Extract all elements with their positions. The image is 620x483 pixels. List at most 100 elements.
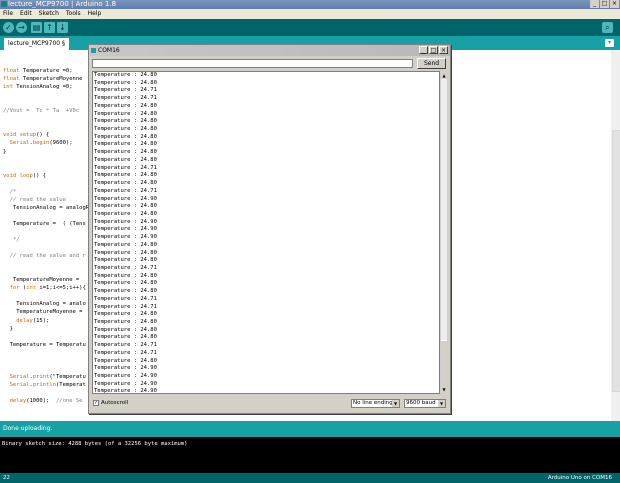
serial-line: Temperature : 24.80 <box>94 110 157 117</box>
window-title: lecture_MCP9700 | Arduino 1.8 <box>8 0 117 8</box>
autoscroll-checkbox[interactable]: ✓ Autoscroll <box>93 400 128 406</box>
serial-line: Temperature : 24.80 <box>94 102 157 109</box>
serial-monitor-icon[interactable]: ⌕ <box>602 22 613 33</box>
new-sketch-icon[interactable]: ▤ <box>31 22 42 33</box>
maximize-button[interactable]: □ <box>600 0 609 8</box>
serial-line: Temperature : 24.90 <box>94 234 157 241</box>
serial-line: Temperature : 24.71 <box>94 164 157 171</box>
send-button[interactable]: Send <box>417 58 446 69</box>
verify-icon[interactable]: ✓ <box>3 22 14 33</box>
status-bar: Done uploading. <box>0 421 620 437</box>
code-line: void loop() { <box>3 172 47 179</box>
serial-line: Temperature : 24.80 <box>94 203 157 210</box>
serial-line: Temperature : 24.71 <box>94 349 157 356</box>
serial-line: Temperature : 24.71 <box>94 187 157 194</box>
serial-line: Temperature : 24.71 <box>94 87 157 94</box>
serial-line: Temperature : 24.80 <box>94 311 157 318</box>
menu-file[interactable]: File <box>3 10 13 17</box>
serial-send-input[interactable] <box>92 59 413 68</box>
editor-scrollbar-thumb[interactable] <box>612 130 620 392</box>
code-line: } <box>3 148 7 155</box>
menu-bar: File Edit Sketch Tools Help <box>0 9 620 19</box>
serial-close-button[interactable]: × <box>439 46 448 54</box>
code-line: Serial.begin(9600); <box>9 140 73 147</box>
board-port: Arduino Uno on COM16 <box>547 475 612 481</box>
serial-maximize-button[interactable]: □ <box>429 46 438 54</box>
code-line: float Temperature =0; <box>3 68 73 75</box>
line-ending-select[interactable]: No line ending ▼ <box>351 399 400 408</box>
serial-line: Temperature : 24.90 <box>94 373 157 380</box>
serial-line: Temperature : 24.80 <box>94 334 157 341</box>
serial-line: Temperature : 24.71 <box>94 264 157 271</box>
serial-line: Temperature : 24.80 <box>94 280 157 287</box>
baud-rate-value: 9600 baud <box>406 400 436 406</box>
serial-line: Temperature : 24.80 <box>94 126 157 133</box>
serial-monitor-window: COM16 _ □ × Send Temperature : 24.80 Temp… <box>88 44 451 414</box>
footer-bar: 22 Arduino Uno on COM16 <box>0 473 620 483</box>
open-sketch-icon[interactable]: ↑ <box>44 22 55 33</box>
checkbox-check-icon[interactable]: ✓ <box>93 400 99 406</box>
serial-monitor-icon-small <box>91 48 96 53</box>
editor-scrollbar[interactable] <box>611 50 620 421</box>
baud-rate-select[interactable]: 9600 baud ▼ <box>404 399 446 408</box>
menu-sketch[interactable]: Sketch <box>39 10 59 17</box>
serial-line: Temperature : 24.90 <box>94 218 157 225</box>
console-output: Binary sketch size: 4288 bytes (of a 322… <box>0 437 620 473</box>
serial-minimize-button[interactable]: _ <box>419 46 428 54</box>
code-line: for (int i=1;i<=5;i++){ <box>9 285 86 292</box>
menu-tools[interactable]: Tools <box>66 10 81 17</box>
serial-line: Temperature : 24.80 <box>94 79 157 86</box>
code-line: delay(15); <box>16 317 50 324</box>
serial-line: Temperature : 24.90 <box>94 388 157 394</box>
serial-monitor-footer: ✓ Autoscroll No line ending ▼ 9600 baud … <box>89 396 450 413</box>
status-message: Done uploading. <box>3 425 53 432</box>
serial-line: Temperature : 24.80 <box>94 156 157 163</box>
serial-line: Temperature : 24.80 <box>94 133 157 140</box>
serial-line: Temperature : 24.80 <box>94 180 157 187</box>
tab-lecture-mcp9700[interactable]: lecture_MCP9700 § <box>4 38 69 50</box>
serial-line: Temperature : 24.71 <box>94 295 157 302</box>
serial-line: Temperature : 24.90 <box>94 365 157 372</box>
tab-menu-icon[interactable]: ▾ <box>605 39 614 47</box>
code-line: } <box>3 325 13 332</box>
title-bar: lecture_MCP9700 | Arduino 1.8 _ □ × <box>0 0 620 9</box>
serial-line: Temperature : 24.80 <box>94 257 157 264</box>
close-button[interactable]: × <box>610 0 619 8</box>
scroll-up-icon[interactable]: ▲ <box>441 72 447 79</box>
code-line: int TensionAnalog =0; <box>3 84 73 91</box>
toolbar: ✓ → ▤ ↑ ↓ ⌕ <box>0 19 620 36</box>
serial-output-lines: Temperature : 24.80 Temperature : 24.80 Te… <box>94 72 157 394</box>
serial-output: Temperature : 24.80 Temperature : 24.80 Te… <box>92 71 440 394</box>
serial-line: Temperature : 24.90 <box>94 380 157 387</box>
baud-rate-dropdown-icon[interactable]: ▼ <box>438 400 445 407</box>
save-sketch-icon[interactable]: ↓ <box>57 22 68 33</box>
code-line: Serial.print("Temperatu <box>9 373 86 380</box>
code-line: Temperature = Temperatu <box>3 341 86 348</box>
code-text: float Temperature =0; float TemperatureMo… <box>3 59 89 421</box>
upload-icon[interactable]: → <box>16 22 27 33</box>
line-ending-dropdown-icon[interactable]: ▼ <box>392 400 399 407</box>
code-line: // read the value and r <box>3 253 86 260</box>
menu-help[interactable]: Help <box>88 10 102 17</box>
serial-scrollbar-thumb[interactable] <box>441 340 447 386</box>
menu-edit[interactable]: Edit <box>20 10 32 17</box>
serial-output-scrollbar[interactable]: ▲ ▼ <box>440 71 448 394</box>
code-line: //Vout = Tc * Ta +V0c <box>3 108 80 115</box>
minimize-button[interactable]: _ <box>590 0 599 8</box>
serial-line: Temperature : 24.90 <box>94 226 157 233</box>
line-number: 22 <box>3 475 10 481</box>
serial-line: Temperature : 24.80 <box>94 357 157 364</box>
scroll-down-icon[interactable]: ▼ <box>441 386 447 393</box>
code-line: TemperatureMoyenne = <box>3 309 83 316</box>
